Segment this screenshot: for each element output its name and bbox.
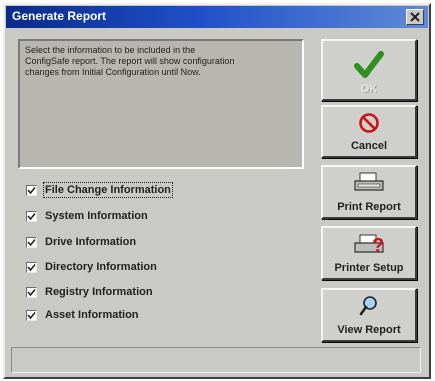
svg-text:?: ? (372, 235, 384, 256)
view-report-label: View Report (337, 324, 401, 336)
generate-report-dialog: Generate Report Select the information t… (3, 3, 431, 379)
system-checkbox[interactable] (26, 210, 37, 222)
option-label: System Information (45, 210, 148, 222)
dialog-title: Generate Report (12, 9, 107, 23)
printer-setup-label: Printer Setup (334, 262, 404, 274)
description-line: ConfigSafe report. The report will show … (25, 56, 235, 66)
ok-button[interactable]: OK (321, 39, 417, 101)
registry-checkbox[interactable] (26, 286, 37, 298)
file-change-checkbox[interactable] (26, 184, 37, 196)
directory-checkbox[interactable] (26, 261, 37, 273)
description-line: Select the information to be included in… (25, 45, 196, 55)
checkmark-icon (27, 288, 36, 296)
checkmark-icon (27, 212, 36, 220)
option-file-change-information[interactable]: File Change Information (26, 182, 173, 198)
option-asset-information[interactable]: Asset Information (26, 307, 139, 323)
printer-setup-icon: ? (354, 234, 384, 256)
print-report-label: Print Report (337, 201, 401, 213)
print-report-button[interactable]: Print Report (321, 165, 417, 219)
cancel-icon (359, 113, 379, 133)
printer-setup-button[interactable]: ? Printer Setup (321, 226, 417, 280)
magnifier-icon (359, 296, 377, 316)
cancel-button[interactable]: Cancel (321, 105, 417, 158)
option-label: Asset Information (45, 309, 139, 321)
option-drive-information[interactable]: Drive Information (26, 234, 136, 250)
checkmark-icon (27, 311, 36, 319)
option-label: Directory Information (45, 261, 157, 273)
checkmark-icon (27, 186, 36, 194)
status-bar (11, 347, 421, 373)
checkmark-icon (354, 51, 384, 78)
description-box: Select the information to be included in… (18, 39, 304, 169)
title-bar[interactable]: Generate Report (6, 6, 428, 28)
option-label: Drive Information (45, 236, 137, 248)
ok-label: OK (360, 83, 378, 95)
asset-checkbox[interactable] (26, 309, 37, 321)
description-line: changes from Initial Configuration until… (25, 67, 201, 77)
cancel-label: Cancel (350, 140, 388, 152)
printer-icon (354, 172, 384, 191)
checkmark-icon (27, 238, 36, 246)
close-icon (410, 12, 420, 22)
option-label: Registry Information (45, 286, 153, 298)
drive-checkbox[interactable] (26, 236, 37, 248)
view-report-button[interactable]: View Report (321, 288, 417, 342)
close-button[interactable] (406, 9, 424, 25)
option-registry-information[interactable]: Registry Information (26, 284, 153, 300)
option-label: File Change Information (43, 182, 173, 198)
checkmark-icon (27, 263, 36, 271)
option-system-information[interactable]: System Information (26, 208, 148, 224)
option-directory-information[interactable]: Directory Information (26, 259, 157, 275)
